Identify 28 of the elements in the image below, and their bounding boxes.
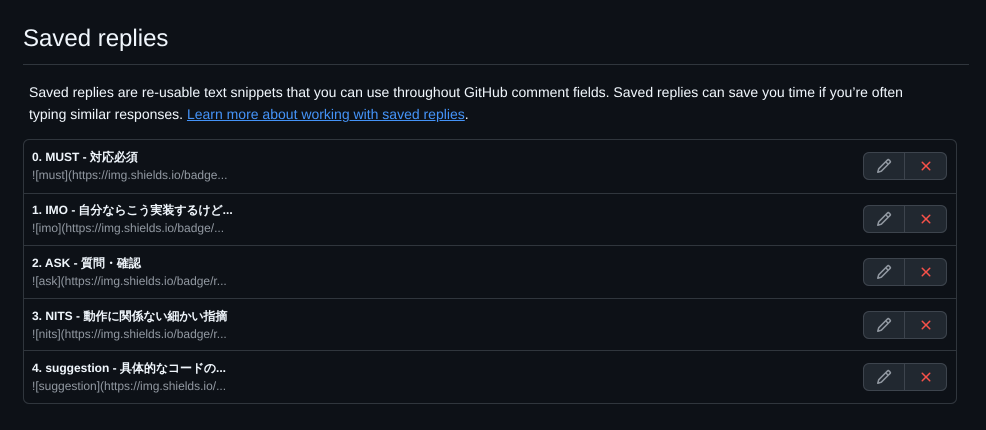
reply-title: 4. suggestion - 具体的なコードの...: [32, 360, 226, 378]
pencil-icon: [876, 369, 892, 386]
edit-button[interactable]: [863, 310, 905, 339]
reply-body: ![suggestion](https://img.shields.io/...: [32, 378, 226, 396]
page-title: Saved replies: [23, 24, 170, 54]
reply-body: ![imo](https://img.shields.io/badge/...: [32, 220, 226, 238]
delete-button[interactable]: [905, 310, 947, 339]
edit-button[interactable]: [863, 152, 905, 180]
pencil-icon: [876, 264, 892, 280]
delete-button[interactable]: [905, 258, 947, 286]
delete-button[interactable]: [905, 205, 947, 234]
pencil-icon: [876, 316, 892, 333]
edit-button[interactable]: [863, 363, 905, 392]
description-text: Saved replies are re-usable text snippets that you can use throughout GitHub comment fields. Saved replies can save you time if you’re often typing similar responses. Learn more about working with saved replies.: [28, 83, 904, 124]
pencil-icon: [876, 158, 892, 174]
reply-title: 3. NITS - 動作に関係ない細かい指摘: [32, 308, 228, 325]
reply-body: ![nits](https://img.shields.io/badge/r...: [32, 326, 228, 343]
pencil-icon: [876, 211, 892, 228]
edit-button[interactable]: [863, 205, 905, 234]
delete-button[interactable]: [905, 363, 947, 392]
reply-title: 1. IMO - 自分ならこう実装するけど...: [32, 202, 233, 220]
learn-more-link[interactable]: Learn more about working with saved replies: [186, 106, 465, 122]
reply-body: ![must](https://img.shields.io/badge...: [32, 167, 228, 184]
reply-title: 0. MUST - 対応必須: [32, 149, 140, 166]
delete-button[interactable]: [905, 152, 947, 180]
reply-title: 2. ASK - 質問・確認: [32, 254, 142, 272]
reply-body: ![ask](https://img.shields.io/badge/r...: [32, 272, 227, 290]
edit-button[interactable]: [863, 258, 905, 286]
